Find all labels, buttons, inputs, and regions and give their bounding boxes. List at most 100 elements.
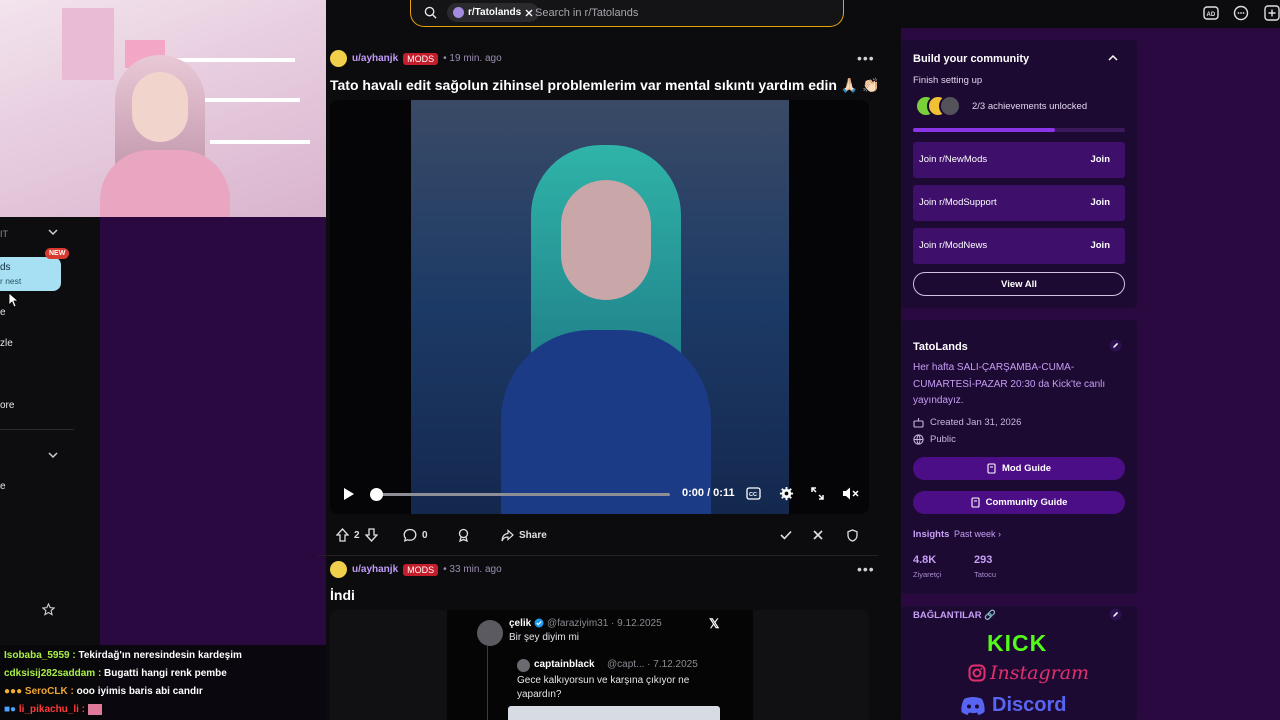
video-progress-track[interactable] [374, 493, 670, 496]
wall-shelf [190, 98, 300, 102]
chat-message: ■● li_pikachu_li : [4, 704, 102, 715]
search-scope-chip[interactable]: r/Tatolands [447, 3, 540, 22]
mod-guide-button[interactable]: Mod Guide [913, 457, 1125, 480]
discord-icon [961, 696, 985, 715]
chat-user: li_pikachu_li : [18, 704, 86, 716]
join-button[interactable]: Join [1090, 240, 1110, 251]
instagram-icon [968, 664, 986, 682]
join-button[interactable]: Join [1090, 154, 1110, 165]
video-progress-handle[interactable] [370, 488, 383, 501]
sidebar-item-subreddit[interactable]: ds r nest [0, 257, 61, 291]
wall-poster [62, 8, 114, 80]
sidebar-item-zle[interactable]: zle [0, 338, 13, 349]
remove-button[interactable] [813, 522, 823, 548]
chevron-up-icon[interactable] [1108, 54, 1118, 62]
upvote-icon[interactable] [336, 528, 349, 542]
chat-icon[interactable] [1233, 5, 1249, 21]
approve-button[interactable] [780, 522, 792, 548]
cursor-arrow-icon [8, 292, 18, 308]
globe-icon [913, 434, 924, 445]
video-player[interactable]: 0:00 / 0:11 CC [330, 100, 869, 514]
join-label: Join r/ModSupport [919, 197, 997, 208]
search-bar[interactable]: r/Tatolands [410, 0, 844, 27]
avatar [517, 659, 530, 672]
edit-icon[interactable] [1109, 339, 1122, 352]
chat-text: ooo iyimis baris abi candır [73, 686, 203, 697]
svg-text:AD: AD [1207, 12, 1216, 18]
captions-icon[interactable]: CC [746, 487, 761, 500]
post-actions: 2 0 Share [330, 522, 869, 548]
kick-link[interactable]: KICK [987, 630, 1047, 657]
post-author[interactable]: u/ayhanjk [352, 53, 398, 64]
card-subtitle: Finish setting up [913, 75, 983, 86]
wall-shelf [210, 140, 310, 144]
sidebar-divider [0, 429, 74, 430]
right-sidebar: Build your community Finish setting up 2… [901, 28, 1280, 720]
mod-guide-label: Mod Guide [1001, 463, 1052, 474]
post-author[interactable]: u/ayhanjk [352, 564, 398, 575]
play-icon[interactable] [343, 487, 355, 501]
tweet-name: çelik [509, 618, 532, 629]
comments-button[interactable]: 0 [403, 522, 428, 548]
star-icon[interactable] [42, 603, 55, 616]
more-options-icon[interactable]: ••• [857, 50, 875, 66]
quote-text: yapardın? [517, 689, 562, 700]
instagram-link[interactable]: Instagram [968, 662, 1089, 684]
emote-icon [87, 704, 102, 715]
more-options-icon[interactable]: ••• [857, 561, 875, 577]
award-icon [457, 528, 470, 542]
avatar[interactable] [330, 561, 347, 578]
mute-icon[interactable] [842, 486, 859, 501]
search-input[interactable] [535, 4, 815, 21]
award-button[interactable] [457, 522, 470, 548]
share-button[interactable]: Share [501, 522, 547, 548]
chat-user: SeroCLK : [24, 686, 74, 697]
mod-shield-button[interactable] [847, 522, 858, 548]
instagram-label: Instagram [990, 662, 1090, 684]
community-guide-button[interactable]: Community Guide [913, 491, 1125, 514]
quote-image [508, 706, 720, 720]
post-media[interactable]: çelik @faraziyim31 · 9.12.2025 𝕏 Bir şey… [330, 610, 869, 720]
sidebar-item-ore[interactable]: ore [0, 400, 14, 411]
join-button[interactable]: Join [1090, 197, 1110, 208]
discord-label: Discord [992, 694, 1067, 716]
downvote-icon[interactable] [364, 528, 378, 542]
fullscreen-icon[interactable] [811, 487, 824, 500]
chat-user: Isobaba_5959 : [4, 650, 76, 661]
links-title: BAĞLANTILAR 🔗 [913, 610, 997, 621]
quote-name: captainblack [534, 659, 595, 670]
chevron-down-icon[interactable] [48, 450, 58, 460]
sidebar-item-e2[interactable]: e [0, 481, 6, 492]
video-time: 0:00 / 0:11 [682, 487, 735, 499]
share-label: Share [519, 529, 547, 541]
wall-shelf [175, 58, 295, 62]
video-subject-face [561, 180, 651, 300]
tweet-text: Bir şey diyim mi [509, 632, 580, 643]
join-label: Join r/NewMods [919, 154, 988, 165]
view-all-button[interactable]: View All [913, 272, 1125, 296]
chevron-down-icon[interactable] [48, 227, 58, 237]
post-title[interactable]: İndi [330, 587, 355, 603]
mods-badge: MODS [403, 52, 439, 65]
achievements-progress-fill [913, 128, 1056, 132]
join-row-newmods: Join r/NewMods Join [913, 142, 1125, 178]
achievements-progress [913, 128, 1125, 132]
gear-icon[interactable] [779, 486, 794, 501]
insights-range-button[interactable]: Past week › [954, 529, 1001, 539]
shield-icon [847, 528, 858, 542]
edit-icon[interactable] [1109, 608, 1122, 621]
community-name: TatoLands [913, 341, 968, 353]
create-post-icon[interactable] [1264, 5, 1280, 21]
chat-user: cdksisij282saddam : [4, 668, 102, 679]
tweet-screenshot: çelik @faraziyim31 · 9.12.2025 𝕏 Bir şey… [447, 610, 753, 720]
sidebar-item-sublabel: r nest [0, 276, 22, 286]
ad-icon[interactable]: AD [1203, 6, 1219, 20]
post-title[interactable]: Tato havalı edit sağolun zihinsel proble… [330, 77, 880, 94]
close-icon[interactable] [525, 9, 533, 17]
avatar[interactable] [330, 50, 347, 67]
discord-link[interactable]: Discord [960, 694, 1066, 717]
post-meta: u/ayhanjk MODS • 33 min. ago [330, 561, 502, 578]
check-icon [780, 530, 792, 540]
quote-handle: @capt... · 7.12.2025 [607, 659, 698, 670]
sidebar-item-e[interactable]: e [0, 307, 6, 318]
